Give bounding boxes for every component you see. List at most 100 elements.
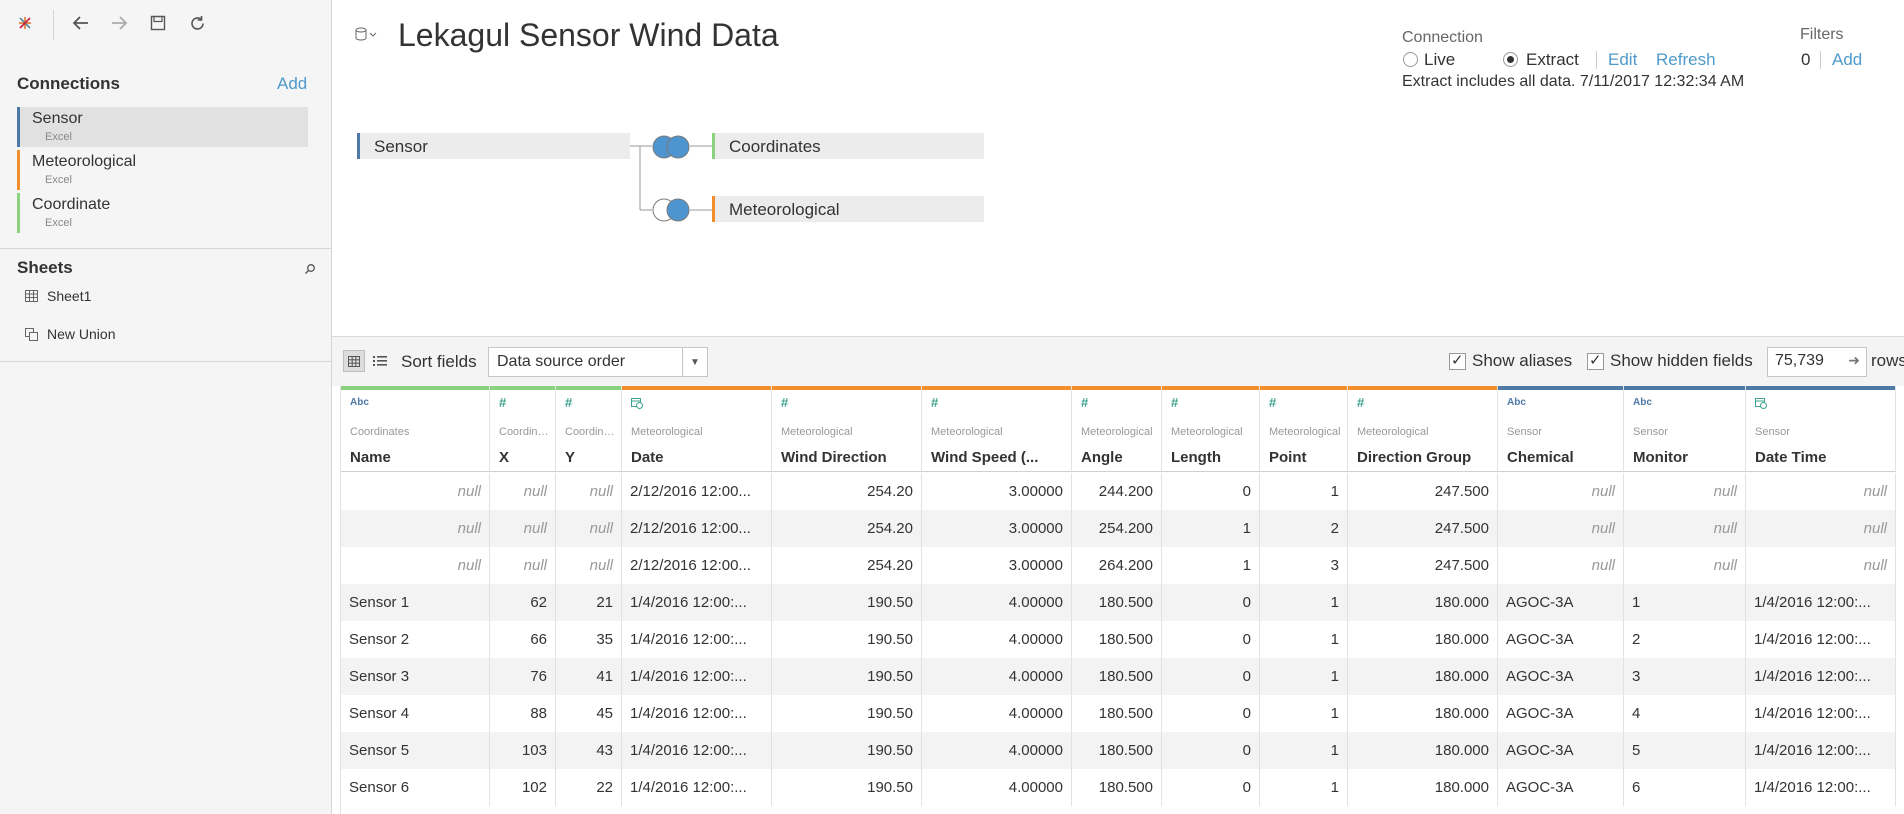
forward-icon[interactable]: [108, 12, 130, 34]
chevron-down-icon: ▼: [682, 348, 707, 376]
table-cell: 0: [1162, 695, 1260, 732]
table-cell: null: [341, 473, 490, 510]
right-join-icon[interactable]: [651, 197, 693, 223]
datasource-title[interactable]: Lekagul Sensor Wind Data: [398, 17, 779, 54]
live-radio[interactable]: [1403, 52, 1418, 67]
table-cell: 43: [556, 732, 622, 769]
column-header[interactable]: # Coordinates Y: [556, 386, 622, 472]
table-cell: 254.200: [1072, 510, 1162, 547]
table-cell: 1/4/2016 12:00:...: [622, 621, 772, 658]
datasource-icon[interactable]: [355, 26, 377, 47]
number-type-icon[interactable]: #: [781, 395, 788, 410]
connection-label: Connection: [1402, 29, 1483, 46]
column-header[interactable]: # Meteorological Length: [1162, 386, 1260, 472]
show-aliases-checkbox[interactable]: [1449, 351, 1466, 370]
list-view-icon[interactable]: [373, 354, 387, 372]
sheet-item-new-union[interactable]: New Union: [25, 323, 115, 345]
table-sensor[interactable]: Sensor: [357, 133, 630, 159]
column-header[interactable]: Abc Sensor Monitor: [1624, 386, 1746, 472]
string-type-icon[interactable]: Abc: [350, 397, 369, 408]
table-cell: 1/4/2016 12:00:...: [622, 769, 772, 806]
column-header[interactable]: # Meteorological Wind Speed (...: [922, 386, 1072, 472]
table-cell: 180.500: [1072, 732, 1162, 769]
table-coordinates[interactable]: Coordinates: [712, 133, 984, 159]
table-cell: 264.200: [1072, 547, 1162, 584]
number-type-icon[interactable]: #: [499, 395, 506, 410]
show-hidden-fields-label: Show hidden fields: [1610, 351, 1753, 370]
connections-title: Connections: [17, 74, 120, 93]
add-filter-link[interactable]: Add: [1832, 50, 1862, 70]
column-header[interactable]: # Meteorological Angle: [1072, 386, 1162, 472]
save-icon[interactable]: [147, 12, 169, 34]
datetime-type-icon[interactable]: [1755, 397, 1767, 412]
table-cell: null: [1746, 547, 1896, 584]
table-name: Meteorological: [729, 200, 840, 219]
datetime-type-icon[interactable]: [631, 397, 643, 412]
refresh-icon[interactable]: [186, 12, 208, 34]
table-cell: 2/12/2016 12:00...: [622, 547, 772, 584]
table-name: Coordinates: [729, 137, 821, 156]
extract-radio[interactable]: [1503, 52, 1518, 67]
connection-color-bar: [17, 107, 20, 147]
number-type-icon[interactable]: #: [1171, 395, 1178, 410]
sheet-item-sheet1[interactable]: Sheet1: [25, 285, 91, 307]
table-cell: 1/4/2016 12:00:...: [622, 584, 772, 621]
arrow-right-icon: ➜: [1848, 352, 1860, 368]
column-header[interactable]: # Coordinates X: [490, 386, 556, 472]
string-type-icon[interactable]: Abc: [1507, 397, 1526, 408]
number-type-icon[interactable]: #: [1081, 395, 1088, 410]
add-connection-link[interactable]: Add: [277, 74, 307, 94]
row-header-gutter: [332, 386, 341, 814]
source-color-band: [1498, 386, 1623, 390]
column-header[interactable]: # Meteorological Direction Group: [1348, 386, 1498, 472]
table-cell: 247.500: [1348, 510, 1498, 547]
number-type-icon[interactable]: #: [565, 395, 572, 410]
column-name: Y: [565, 449, 576, 466]
edit-link[interactable]: Edit: [1608, 50, 1637, 70]
filters-count: 0: [1801, 50, 1811, 69]
string-type-icon[interactable]: Abc: [1633, 397, 1652, 408]
refresh-link[interactable]: Refresh: [1656, 50, 1716, 70]
column-name: Name: [350, 449, 391, 466]
connection-item-sensor[interactable]: Sensor Excel: [17, 107, 308, 147]
show-hidden-fields-checkbox[interactable]: [1587, 351, 1604, 370]
column-header[interactable]: # Meteorological Point: [1260, 386, 1348, 472]
table-cell: 2: [1260, 510, 1348, 547]
table-cell: 1: [1162, 510, 1260, 547]
table-meteorological[interactable]: Meteorological: [712, 196, 984, 222]
separator: [1596, 51, 1597, 69]
union-icon: [25, 327, 38, 341]
column-header[interactable]: Sensor Date Time: [1746, 386, 1896, 472]
number-type-icon[interactable]: #: [1269, 395, 1276, 410]
sheets-title: Sheets: [17, 258, 73, 277]
table-cell: 180.000: [1348, 695, 1498, 732]
column-name: Monitor: [1633, 449, 1688, 466]
table-cell: 190.50: [772, 658, 922, 695]
inner-join-icon[interactable]: [651, 134, 693, 160]
tableau-logo-icon[interactable]: [14, 12, 36, 34]
number-type-icon[interactable]: #: [1357, 395, 1364, 410]
column-header[interactable]: # Meteorological Wind Direction: [772, 386, 922, 472]
column-header[interactable]: Abc Coordinates Name: [341, 386, 490, 472]
number-type-icon[interactable]: #: [931, 395, 938, 410]
column-name: Angle: [1081, 449, 1123, 466]
table-cell: null: [1498, 510, 1624, 547]
table-cell: AGOC-3A: [1498, 584, 1624, 621]
back-icon[interactable]: [70, 12, 92, 34]
sort-fields-dropdown[interactable]: Data source order ▼: [488, 347, 708, 377]
column-header[interactable]: Meteorological Date: [622, 386, 772, 472]
source-color-band: [556, 386, 621, 390]
table-cell: null: [1624, 547, 1746, 584]
table-cell: 0: [1162, 732, 1260, 769]
source-color-band: [622, 386, 771, 390]
search-sheets-icon[interactable]: [304, 262, 316, 280]
table-cell: 0: [1162, 769, 1260, 806]
grid-view-icon[interactable]: [343, 350, 365, 372]
connection-item-meteorological[interactable]: Meteorological Excel: [17, 150, 308, 190]
column-header[interactable]: Abc Sensor Chemical: [1498, 386, 1624, 472]
table-cell: 21: [556, 584, 622, 621]
column-source: Meteorological: [1269, 426, 1341, 438]
connection-item-coordinate[interactable]: Coordinate Excel: [17, 193, 308, 233]
rows-input[interactable]: 75,739 ➜: [1767, 347, 1867, 377]
extract-label: Extract: [1526, 50, 1579, 69]
